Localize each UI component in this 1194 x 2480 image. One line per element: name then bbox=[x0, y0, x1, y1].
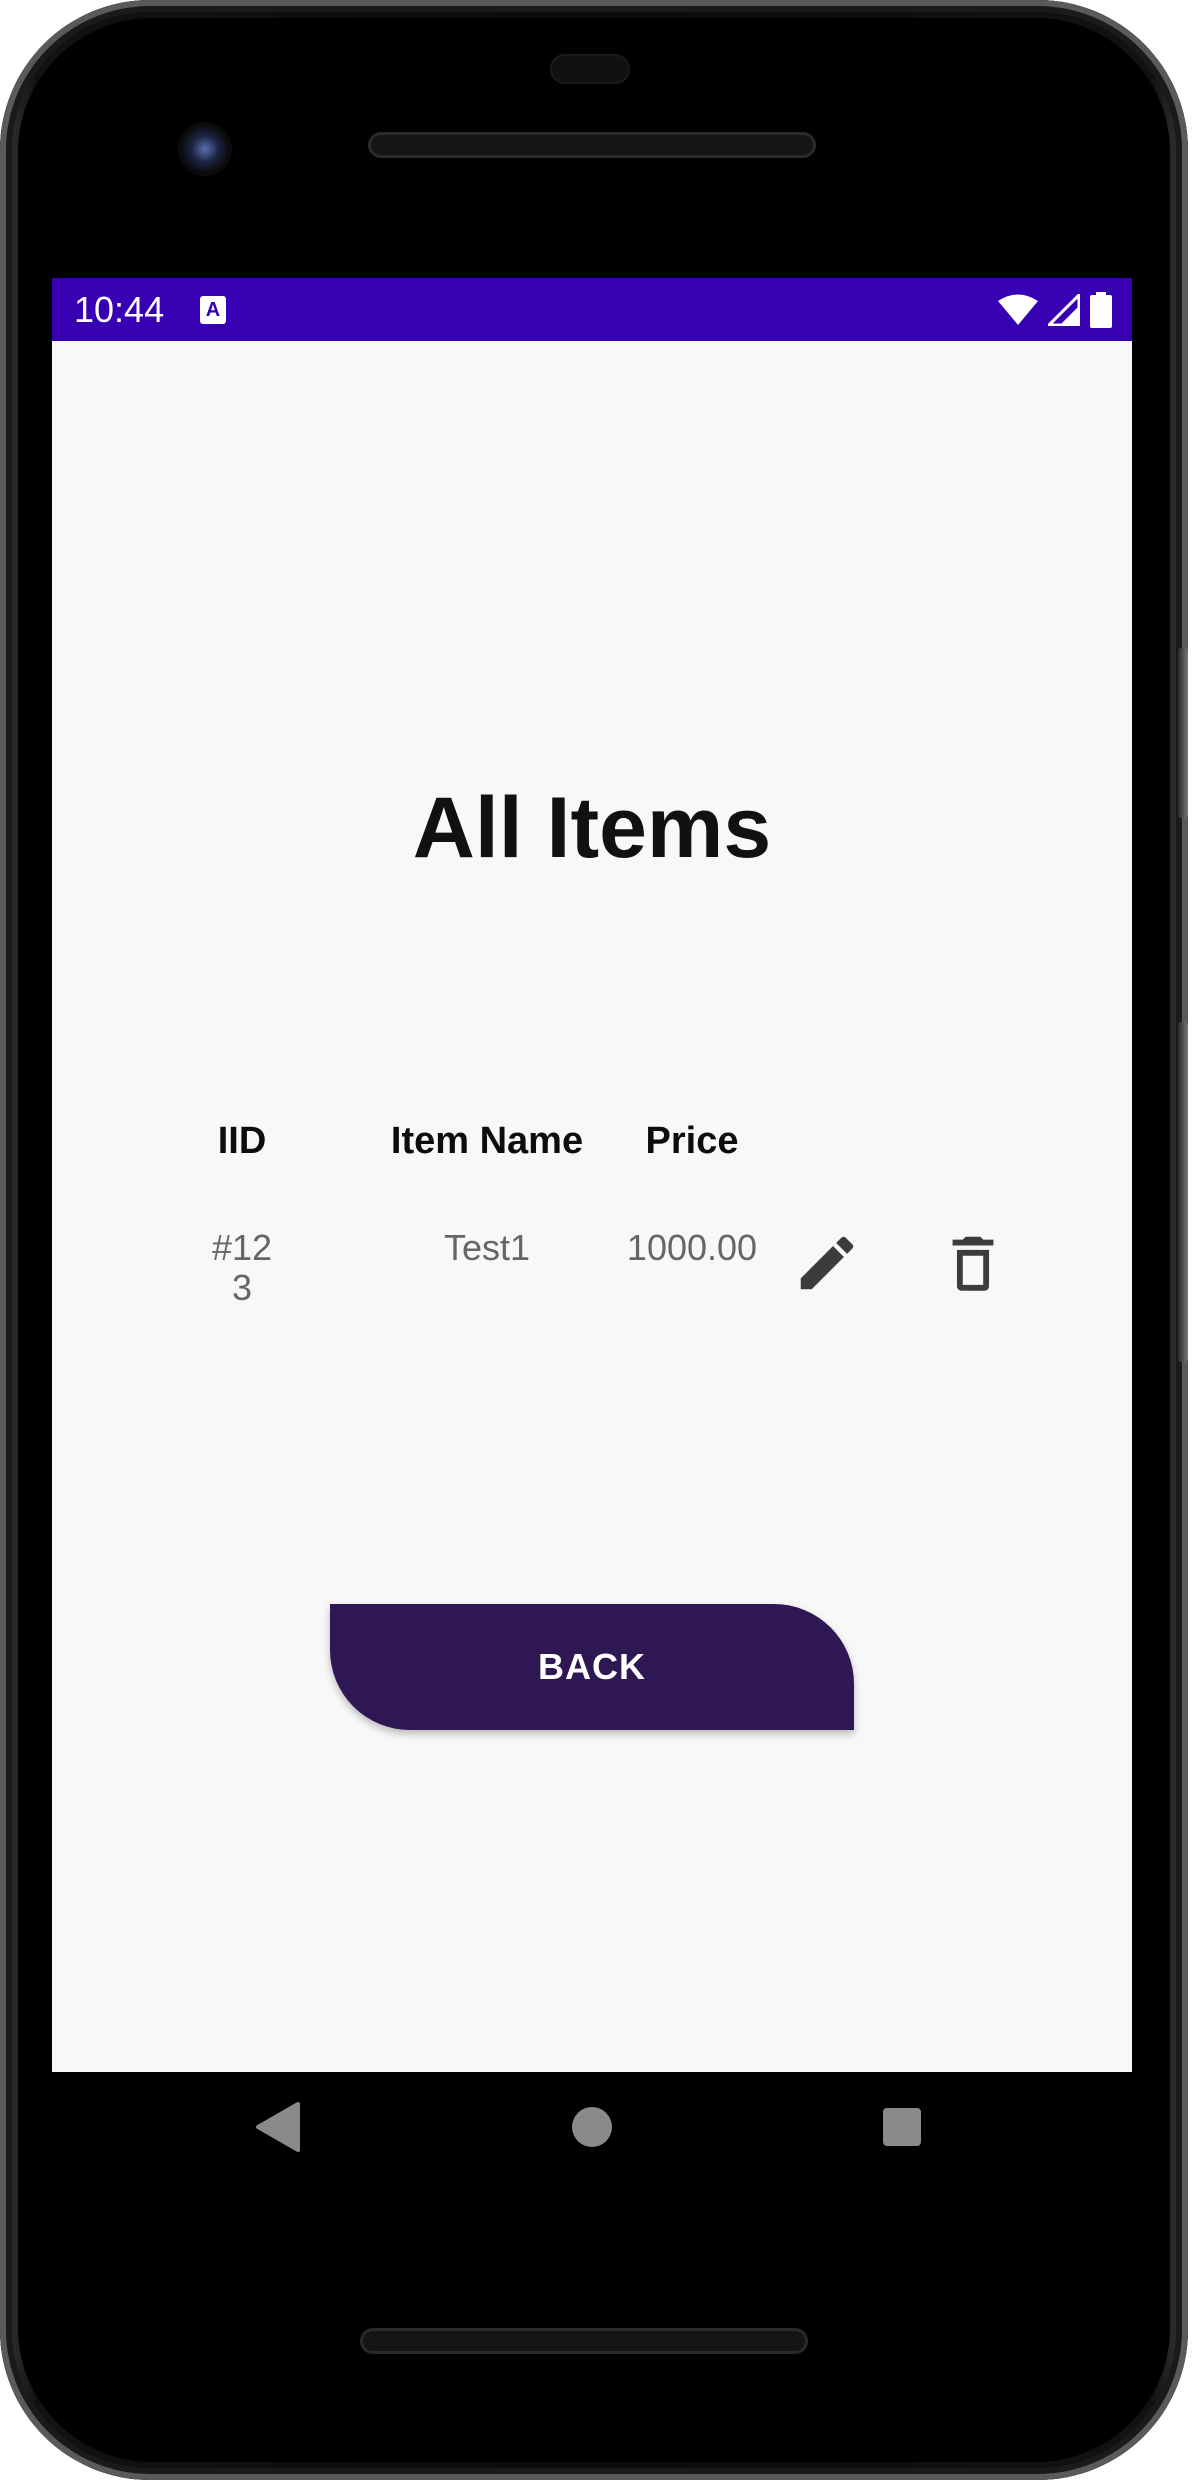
nav-recents-icon[interactable] bbox=[880, 2100, 924, 2154]
a-icon: A bbox=[200, 296, 226, 324]
page-title: All Items bbox=[412, 780, 772, 876]
delete-icon[interactable] bbox=[938, 1228, 1008, 1298]
nav-back-icon[interactable] bbox=[254, 2100, 302, 2154]
edit-icon[interactable] bbox=[792, 1228, 862, 1298]
column-header-price: Price bbox=[645, 1120, 739, 1162]
volume-button bbox=[1178, 648, 1188, 818]
top-speaker-grille bbox=[368, 132, 816, 158]
earpiece bbox=[550, 54, 630, 84]
battery-icon bbox=[1090, 292, 1112, 328]
back-button[interactable]: BACK bbox=[330, 1604, 854, 1730]
wifi-icon bbox=[998, 294, 1038, 325]
nav-home-icon[interactable] bbox=[570, 2100, 614, 2154]
bottom-speaker-grille bbox=[360, 2328, 808, 2354]
status-bar: 10:44 A bbox=[52, 278, 1132, 341]
column-header-iid: IID bbox=[217, 1120, 267, 1162]
signal-icon bbox=[1048, 294, 1080, 326]
app-screen: 10:44 A All Items IID Item Name Price #1… bbox=[52, 278, 1132, 2072]
status-icons bbox=[998, 292, 1112, 328]
status-time: 10:44 bbox=[74, 289, 165, 330]
front-camera-icon bbox=[178, 122, 232, 176]
row-price: 1000.00 bbox=[626, 1227, 758, 1268]
row-iid: #123 bbox=[211, 1228, 273, 1308]
phone-frame: 10:44 A All Items IID Item Name Price #1… bbox=[0, 0, 1188, 2480]
power-button bbox=[1178, 1022, 1188, 1362]
